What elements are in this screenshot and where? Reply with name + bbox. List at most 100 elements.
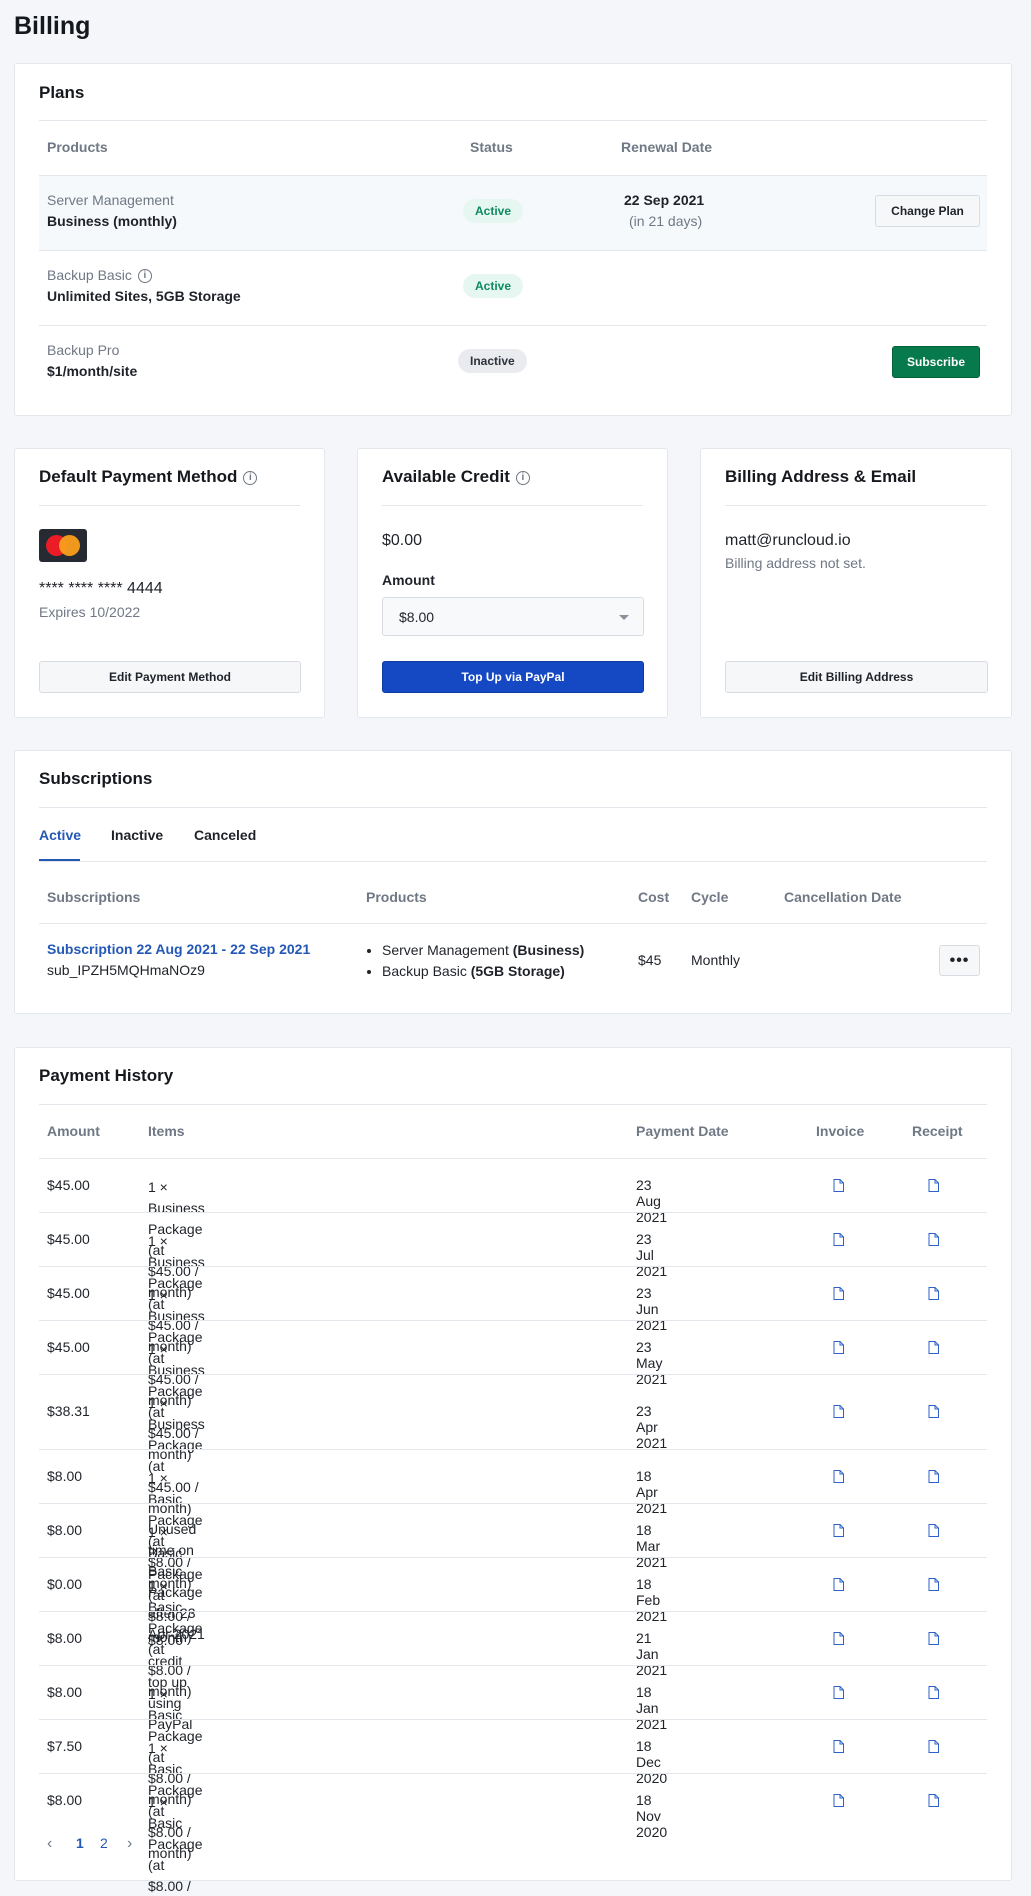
- divider: [39, 250, 987, 251]
- subs-header-products: Products: [366, 889, 427, 905]
- invoice-document-icon[interactable]: [833, 1739, 844, 1753]
- subscription-link[interactable]: Subscription 22 Aug 2021 - 22 Sep 2021: [47, 941, 310, 957]
- subscriptions-title: Subscriptions: [39, 769, 153, 788]
- plan-detail: Business (monthly): [47, 213, 177, 229]
- available-credit-card: Available Credit i $0.00 Amount $8.00 Top…: [357, 448, 668, 718]
- receipt-document-icon[interactable]: [928, 1577, 939, 1591]
- more-horizontal-icon[interactable]: •••: [939, 945, 980, 976]
- receipt-document-icon[interactable]: [928, 1178, 939, 1192]
- payment-amount: $0.00: [47, 1575, 83, 1592]
- payment-date: 18 Dec 2020: [636, 1737, 668, 1786]
- payment-amount: $8.00: [47, 1791, 83, 1808]
- chevron-right-icon[interactable]: ›: [127, 1835, 132, 1853]
- divider: [382, 505, 643, 506]
- tab-active[interactable]: Active: [39, 827, 81, 843]
- renewal-relative: (in 21 days): [629, 213, 703, 229]
- edit-payment-method-button[interactable]: Edit Payment Method: [39, 661, 301, 693]
- plan-name: Backup Basic i: [47, 267, 152, 284]
- credit-balance: $0.00: [382, 532, 423, 549]
- invoice-document-icon[interactable]: [833, 1232, 844, 1246]
- invoice-document-icon[interactable]: [833, 1523, 844, 1537]
- history-header-receipt: Receipt: [912, 1123, 963, 1139]
- payment-amount: $45.00: [47, 1176, 90, 1193]
- plan-name-label: Backup Basic: [47, 267, 132, 283]
- divider: [39, 861, 987, 862]
- page-2-link[interactable]: 2: [100, 1835, 108, 1851]
- invoice-document-icon[interactable]: [833, 1469, 844, 1483]
- top-up-paypal-button[interactable]: Top Up via PayPal: [382, 661, 644, 693]
- tab-inactive[interactable]: Inactive: [111, 827, 163, 843]
- payment-method-title-label: Default Payment Method: [39, 467, 238, 486]
- receipt-document-icon[interactable]: [928, 1286, 939, 1300]
- payment-amount: $45.00: [47, 1230, 90, 1247]
- divider: [39, 120, 987, 121]
- receipt-document-icon[interactable]: [928, 1631, 939, 1645]
- payment-date: 18 Nov 2020: [636, 1791, 668, 1840]
- plans-header-products: Products: [47, 139, 108, 155]
- receipt-document-icon[interactable]: [928, 1469, 939, 1483]
- divider: [39, 325, 987, 326]
- invoice-document-icon[interactable]: [833, 1405, 844, 1418]
- payment-amount: $8.00: [47, 1467, 83, 1484]
- invoice-document-icon[interactable]: [833, 1793, 844, 1807]
- edit-billing-address-button[interactable]: Edit Billing Address: [725, 661, 988, 693]
- change-plan-button[interactable]: Change Plan: [875, 195, 980, 227]
- invoice-document-icon[interactable]: [833, 1577, 844, 1591]
- invoice-document-icon[interactable]: [833, 1340, 844, 1354]
- receipt-document-icon[interactable]: [928, 1523, 939, 1537]
- amount-select[interactable]: $8.00: [382, 597, 644, 636]
- payment-date: 23 May 2021: [636, 1338, 668, 1387]
- history-header-items: Items: [148, 1123, 185, 1139]
- payment-date: 23 Aug 2021: [636, 1176, 668, 1225]
- product-name: Backup Basic: [382, 963, 467, 979]
- plans-header-renewal: Renewal Date: [621, 139, 713, 155]
- invoice-document-icon[interactable]: [833, 1178, 844, 1192]
- list-item: Backup Basic (5GB Storage): [382, 961, 584, 982]
- billing-address-status: Billing address not set.: [725, 555, 866, 571]
- payment-date: 23 Apr 2021: [636, 1403, 668, 1451]
- tab-canceled[interactable]: Canceled: [194, 827, 256, 843]
- caret-down-icon: [619, 615, 629, 620]
- subs-header-subscriptions: Subscriptions: [47, 889, 141, 905]
- divider: [39, 1557, 987, 1558]
- invoice-document-icon[interactable]: [833, 1685, 844, 1699]
- receipt-document-icon[interactable]: [928, 1685, 939, 1699]
- page-1-link[interactable]: 1: [76, 1835, 84, 1851]
- product-plan: (Business): [512, 942, 585, 958]
- amount-label: Amount: [382, 572, 435, 588]
- info-icon[interactable]: i: [137, 269, 152, 284]
- divider: [725, 505, 987, 506]
- receipt-document-icon[interactable]: [928, 1793, 939, 1807]
- subscription-products: Server Management (Business) Backup Basi…: [366, 940, 584, 982]
- invoice-document-icon[interactable]: [833, 1631, 844, 1645]
- divider: [39, 1212, 987, 1213]
- info-icon[interactable]: i: [515, 470, 530, 485]
- payment-method-title: Default Payment Method i: [39, 467, 258, 487]
- receipt-document-icon[interactable]: [928, 1739, 939, 1753]
- subs-header-cycle: Cycle: [691, 889, 729, 905]
- divider: [39, 1719, 987, 1720]
- info-icon[interactable]: i: [243, 470, 258, 485]
- payment-amount: $8.00: [47, 1521, 83, 1538]
- amount-select-value: $8.00: [399, 609, 435, 625]
- history-header-amount: Amount: [47, 1123, 100, 1139]
- payment-amount: $45.00: [47, 1338, 90, 1355]
- payment-date: 18 Mar 2021: [636, 1521, 668, 1570]
- plan-detail: Unlimited Sites, 5GB Storage: [47, 288, 241, 304]
- receipt-document-icon[interactable]: [928, 1340, 939, 1354]
- subscription-cycle: Monthly: [691, 952, 741, 968]
- subscriptions-card: Subscriptions Active Inactive Canceled S…: [14, 750, 1012, 1014]
- billing-address-title: Billing Address & Email: [725, 467, 917, 486]
- receipt-document-icon[interactable]: [928, 1232, 939, 1246]
- card-expiry: Expires 10/2022: [39, 604, 141, 620]
- receipt-document-icon[interactable]: [928, 1405, 939, 1418]
- divider: [39, 923, 987, 924]
- divider: [39, 1266, 987, 1267]
- divider: [39, 1374, 987, 1375]
- invoice-document-icon[interactable]: [833, 1286, 844, 1300]
- payment-method-card: Default Payment Method i **** **** **** 4…: [14, 448, 325, 718]
- chevron-left-icon[interactable]: ‹: [47, 1835, 52, 1853]
- divider: [39, 1320, 987, 1321]
- subscribe-button[interactable]: Subscribe: [892, 346, 980, 378]
- divider: [39, 1449, 987, 1450]
